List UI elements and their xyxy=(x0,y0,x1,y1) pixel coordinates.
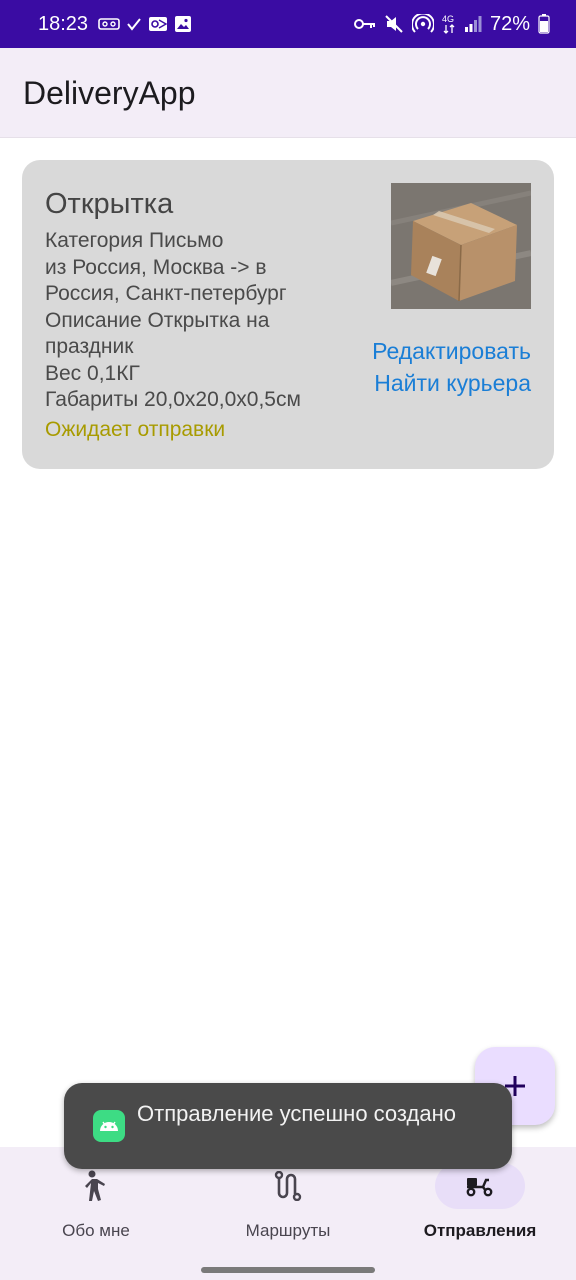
status-left-icons xyxy=(98,15,192,33)
person-icon xyxy=(85,1170,105,1201)
home-indicator[interactable] xyxy=(201,1267,375,1273)
shipment-photo xyxy=(391,183,531,309)
shipment-description: Описание Открытка на праздник xyxy=(45,308,270,359)
svg-text:4G: 4G xyxy=(442,14,454,24)
status-bar: 18:23 4G 72% xyxy=(0,0,576,48)
nav-item-label: Отправления xyxy=(423,1221,537,1240)
android-icon xyxy=(93,1110,125,1142)
edit-link[interactable]: Редактировать xyxy=(372,338,531,365)
nav-item-label: Маршруты xyxy=(245,1221,331,1240)
shipment-title: Открытка xyxy=(45,188,174,220)
nav-item-indicator xyxy=(243,1163,333,1209)
mute-icon xyxy=(385,15,403,33)
shipment-status: Ожидает отправки xyxy=(45,418,226,441)
toast-notification: Отправление успешно создано xyxy=(64,1083,512,1169)
network-4g-icon: 4G xyxy=(442,14,455,34)
nav-item-indicator xyxy=(51,1163,141,1209)
cardboard-box-image xyxy=(391,183,531,309)
shipment-dimensions: Габариты 20,0x20,0x0,5см xyxy=(45,388,301,411)
status-time: 18:23 xyxy=(38,12,89,35)
scooter-icon xyxy=(466,1178,493,1197)
hotspot-icon xyxy=(411,14,434,33)
gallery-icon xyxy=(175,16,192,32)
outlook-icon xyxy=(149,17,168,31)
shipment-card[interactable]: Открытка Категория Письмо из Россия, Мос… xyxy=(22,160,554,469)
battery-percent: 72% xyxy=(489,12,530,35)
app-title: DeliveryApp xyxy=(23,75,196,111)
find-courier-link[interactable]: Найти курьера xyxy=(374,370,531,397)
battery-icon xyxy=(538,14,550,34)
key-icon xyxy=(353,19,375,29)
shipment-weight: Вес 0,1КГ xyxy=(45,361,140,385)
nav-item-label: Обо мне xyxy=(62,1221,130,1240)
top-app-bar: DeliveryApp xyxy=(0,48,576,138)
signal-icon xyxy=(464,16,482,32)
shipment-details: Категория Письмо из Россия, Москва -> в … xyxy=(45,228,335,414)
route-icon xyxy=(274,1171,302,1201)
check-icon xyxy=(127,18,141,31)
nav-item-indicator xyxy=(435,1163,525,1209)
gesture-bar xyxy=(0,1259,576,1280)
shipment-route: из Россия, Москва -> в Россия, Санкт-пет… xyxy=(45,255,287,306)
toast-message: Отправление успешно создано xyxy=(137,1101,456,1126)
shipment-category: Категория Письмо xyxy=(45,229,224,252)
voicemail-icon xyxy=(98,18,120,30)
